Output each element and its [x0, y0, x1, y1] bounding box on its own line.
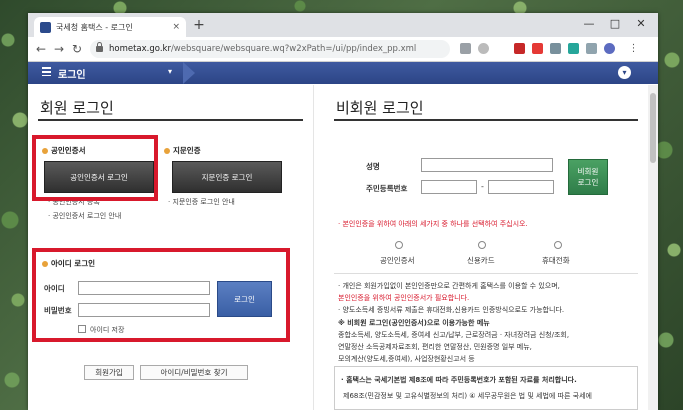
nonmember-login-title: 비회원 로그인 [336, 99, 424, 117]
name-input[interactable] [421, 158, 553, 172]
minimize-button[interactable]: — [576, 16, 602, 32]
fingerprint-guide-link[interactable]: · 지문인증 로그인 안내 [168, 197, 235, 207]
find-id-password-button[interactable]: 아이디/비밀번호 찾기 [140, 365, 248, 380]
scrollbar[interactable] [648, 85, 658, 410]
rrn-label: 주민등록번호 [366, 184, 408, 193]
tab-bar: 국세청 홈택스 - 로그인 × + — □ ✕ [28, 13, 658, 37]
ublock-extension-icon[interactable] [514, 43, 525, 54]
note-line-5: 종합소득세, 양도소득세, 증여세 신고/납부, 근로장려금 · 자녀장려금 신… [338, 331, 570, 339]
extension-gray-icon[interactable] [550, 43, 561, 54]
title-divider [334, 119, 638, 121]
browser-window: 국세청 홈택스 - 로그인 × + — □ ✕ ← → ↻ hometax.go… [28, 13, 658, 410]
privacy-info-box: · 홈택스는 국세기본법 제8조에 따라 주민등록번호가 포함된 자료를 처리합… [334, 366, 638, 410]
bookmark-star-icon[interactable] [478, 43, 489, 54]
extension-red-icon[interactable] [532, 43, 543, 54]
radio-phone-label: 휴대전화 [542, 256, 570, 265]
radio-phone[interactable] [554, 241, 562, 249]
reload-icon[interactable]: ↻ [70, 42, 84, 56]
page-header-bar: 로그인 ▾ ▾ [28, 62, 658, 84]
address-bar: ← → ↻ hometax.go.kr /websquare/websquare… [28, 37, 658, 62]
scroll-thumb[interactable] [650, 93, 656, 163]
translate-icon[interactable] [460, 43, 471, 54]
lock-icon [96, 42, 103, 52]
page-title: 로그인 [58, 70, 86, 81]
note-line-4: ※ 비회원 로그인(공인인증서)으로 이용가능한 메뉴 [338, 319, 490, 327]
name-label: 성명 [366, 162, 380, 171]
note-line-3: · 양도소득세 증빙서류 제출은 휴대전화,신용카드 인증방식으로도 가능합니다… [338, 306, 565, 314]
rrn-separator: - [481, 182, 484, 191]
nonmember-login-line2: 로그인 [577, 178, 599, 187]
nonmember-login-button[interactable]: 비회원 로그인 [568, 159, 608, 195]
more-menu-icon[interactable]: ⋮ [628, 43, 639, 54]
close-window-button[interactable]: ✕ [628, 16, 654, 32]
url-domain: hometax.go.kr [109, 44, 171, 54]
signup-button[interactable]: 회원가입 [84, 365, 134, 380]
url-input[interactable]: hometax.go.kr /websquare/websquare.wq?w2… [90, 40, 450, 58]
url-path: /websquare/websquare.wq?w2xPath=/ui/pp/i… [170, 44, 417, 54]
highlight-box-id [32, 248, 290, 342]
back-arrow-icon[interactable]: ← [34, 42, 48, 56]
rrn-back-input[interactable] [488, 180, 554, 194]
hamburger-menu-icon[interactable] [42, 67, 51, 76]
section-divider [334, 273, 638, 274]
extension-teal-icon[interactable] [568, 43, 579, 54]
tab-title: 국세청 홈택스 - 로그인 [56, 22, 133, 32]
login-content: 회원 로그인 공인인증서 지문인증 공인인증서 로그인 지문인증 로그인 · 공… [28, 85, 658, 410]
info-line-1: · 홈택스는 국세기본법 제8조에 따라 주민등록번호가 포함된 자료를 처리합… [341, 376, 577, 384]
note-line-6: 연말정산 소득공제자료조회, 편리한 연말정산, 민원증명 일부 메뉴, [338, 343, 532, 351]
note-line-1: · 개인은 회원가입없이 본인인증만으로 간편하게 홈택스를 이용할 수 있으며… [338, 282, 560, 290]
collapse-circle-icon[interactable]: ▾ [618, 66, 631, 79]
radio-cert[interactable] [395, 241, 403, 249]
note-line-7: 모의계산(양도세,증여세), 사업장현황신고서 등 [338, 355, 475, 363]
info-line-2: 제68조(민감정보 및 고유식별정보의 처리) ④ 세무공무원은 법 및 세법에… [343, 392, 592, 400]
forward-arrow-icon[interactable]: → [52, 42, 66, 56]
extensions-puzzle-icon[interactable] [586, 43, 597, 54]
new-tab-button[interactable]: + [190, 18, 208, 34]
bullet-icon [164, 147, 170, 154]
fingerprint-section-label: 지문인증 [164, 145, 201, 156]
nonmember-login-label: 비회원 로그인 [578, 166, 599, 188]
radio-cert-label: 공인인증서 [380, 256, 415, 265]
nonmember-login-line1: 비회원 [577, 167, 599, 176]
note-line-2: 본인인증을 위하여 공인인증서가 필요합니다. [338, 294, 470, 302]
radio-card[interactable] [478, 241, 486, 249]
title-divider [38, 119, 303, 121]
auth-prompt: · 본인인증을 위하여 아래의 세가지 중 하나를 선택하여 주십시오. [338, 220, 528, 228]
cert-guide-link[interactable]: · 공인인증서 로그인 안내 [48, 211, 121, 221]
tab-close-icon[interactable]: × [172, 22, 180, 32]
hometax-favicon-icon [40, 21, 51, 33]
browser-tab[interactable]: 국세청 홈택스 - 로그인 × [34, 17, 186, 37]
rrn-front-input[interactable] [421, 180, 477, 194]
profile-avatar-icon[interactable] [604, 43, 615, 54]
highlight-box-cert [32, 135, 158, 201]
fingerprint-section-text: 지문인증 [173, 146, 201, 155]
member-login-title: 회원 로그인 [40, 99, 114, 117]
chevron-down-icon[interactable]: ▾ [168, 67, 172, 76]
column-divider [313, 85, 314, 410]
maximize-button[interactable]: □ [602, 16, 628, 32]
header-divider [183, 62, 195, 84]
radio-card-label: 신용카드 [467, 256, 495, 265]
fingerprint-login-button[interactable]: 지문인증 로그인 [172, 161, 282, 193]
